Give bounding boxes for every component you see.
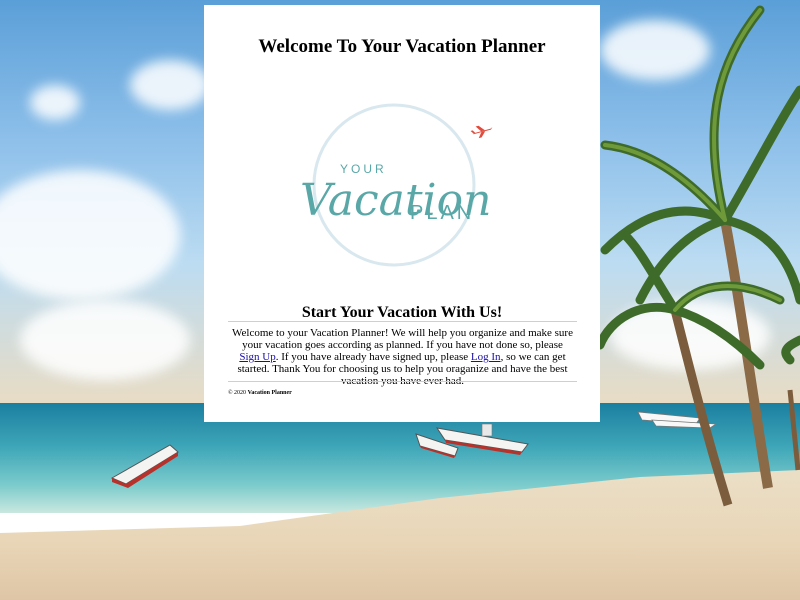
palm-fronds	[595, 5, 800, 370]
content-card: Welcome To Your Vacation Planner YOUR Va…	[204, 5, 600, 422]
palm-trunk	[670, 308, 733, 507]
footer-brand: Vacation Planner	[247, 390, 292, 396]
intro-text: Welcome to your Vacation Planner! We wil…	[232, 327, 573, 351]
vacation-plan-logo: YOUR Vacation PLAN	[300, 103, 493, 267]
divider	[228, 321, 577, 322]
airplane-icon	[470, 125, 493, 139]
footer: © 2020 Vacation Planner	[228, 390, 292, 396]
divider	[228, 381, 577, 382]
palm-fronds-highlight	[603, 8, 782, 312]
footer-copyright: © 2020	[228, 390, 247, 396]
page-title: Welcome To Your Vacation Planner	[258, 36, 546, 57]
log-in-link[interactable]: Log In	[471, 351, 501, 363]
logo-your-text: YOUR	[340, 162, 387, 176]
section-title: Start Your Vacation With Us!	[301, 304, 503, 321]
boat	[110, 444, 179, 488]
palm-trunk	[787, 389, 800, 471]
sign-up-link[interactable]: Sign Up	[239, 351, 275, 363]
logo-plan-text: PLAN	[410, 202, 474, 224]
intro-paragraph: Welcome to your Vacation Planner! We wil…	[232, 327, 573, 387]
intro-text: . If you have already have signed up, pl…	[275, 351, 471, 363]
